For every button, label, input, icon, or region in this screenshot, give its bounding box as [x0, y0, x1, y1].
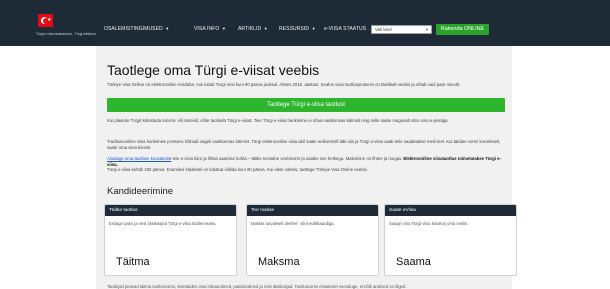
step-card-receive: Saate eViisa Saage oma Türgi viisa kinni… — [384, 204, 517, 276]
nav-item-label: OSALEMISTINGIMUSED — [104, 26, 163, 32]
nav-item-evisa-status[interactable]: e-VIISA STAATUS — [324, 25, 366, 33]
caret-down-icon: ▼ — [221, 26, 226, 31]
paragraph-3: Alustage oma taotluse koostamist teie e-… — [107, 156, 505, 167]
language-select[interactable]: Vali keel ▼ — [371, 25, 432, 34]
card-header: Saate eViisa — [385, 205, 516, 216]
nav-item-label: ARTIKLID — [238, 26, 262, 32]
paragraph-3-text: teie e-viisa kiire ja lihtsa saamise koh… — [171, 156, 404, 161]
page-title: Taotlege oma Türgi e-viisat veebis — [107, 62, 320, 78]
card-header: Täitke taotlus — [105, 205, 236, 216]
footer-text: Taotlejad peavad täitma taotlusvormi, si… — [107, 284, 407, 289]
caret-down-icon: ▼ — [263, 26, 268, 31]
card-description: Saage oma Türgi viisa kinnitus oma meili… — [389, 221, 469, 226]
card-header: Tee makse — [247, 205, 378, 216]
step-card-pay: Tee makse Maksta turvaliselt deebet- või… — [246, 204, 379, 276]
turkey-flag-icon[interactable]: ★ — [38, 14, 53, 27]
section-title: Kandideerimine — [107, 186, 174, 197]
site-tagline: Türgi e-viisa taotlusvorm - Türgi elektr… — [36, 32, 96, 36]
card-description: Esitage pass ja reisi üksikasjad Türgi e… — [109, 221, 217, 226]
card-description: Maksta turvaliselt deebet- või krediitka… — [251, 221, 335, 226]
intro-text: Türkiye Visa Online on elektrooniline re… — [107, 82, 461, 87]
language-select-value: Vali keel — [375, 27, 392, 32]
star-icon: ★ — [47, 17, 52, 23]
step-card-fill: Täitke taotlus Esitage pass ja reisi üks… — [104, 204, 237, 276]
card-word: Saama — [396, 256, 431, 268]
start-application-link[interactable]: Alustage oma taotluse koostamist — [107, 156, 171, 161]
nav-item-label: RESSURSID — [279, 26, 310, 32]
nav-item-visa-info[interactable]: VISA INFO ▼ — [194, 25, 226, 33]
caret-down-icon: ▼ — [165, 26, 170, 31]
card-word: Täitma — [116, 256, 150, 268]
caret-down-icon: ▼ — [311, 26, 316, 31]
nav-item-articles[interactable]: ARTIKLID ▼ — [238, 25, 268, 33]
chevron-down-icon: ▼ — [425, 27, 429, 32]
card-word: Maksma — [258, 256, 300, 268]
apply-cta-button[interactable]: Taotlege Türgi e-viisa taotlust — [107, 98, 505, 112]
nav-item-label: e-VIISA STAATUS — [324, 26, 367, 32]
paragraph-2: Traditsiooniline viisa hankimise protses… — [107, 139, 501, 150]
top-navbar: ★ Türgi e-viisa taotlusvorm - Türgi elek… — [0, 0, 610, 46]
nav-item-resources[interactable]: RESSURSID ▼ — [279, 25, 316, 33]
apply-online-button[interactable]: Rakenda ONLINE — [436, 24, 489, 35]
paragraph-1: Kui plaanite Türgit külastada turismi- v… — [107, 118, 449, 123]
nav-item-terms[interactable]: OSALEMISTINGIMUSED ▼ — [104, 25, 169, 33]
nav-item-label: VISA INFO — [194, 26, 220, 32]
paragraph-4: Türgi e-viisa kehtib 180 päeva. Enamikul… — [107, 167, 368, 172]
